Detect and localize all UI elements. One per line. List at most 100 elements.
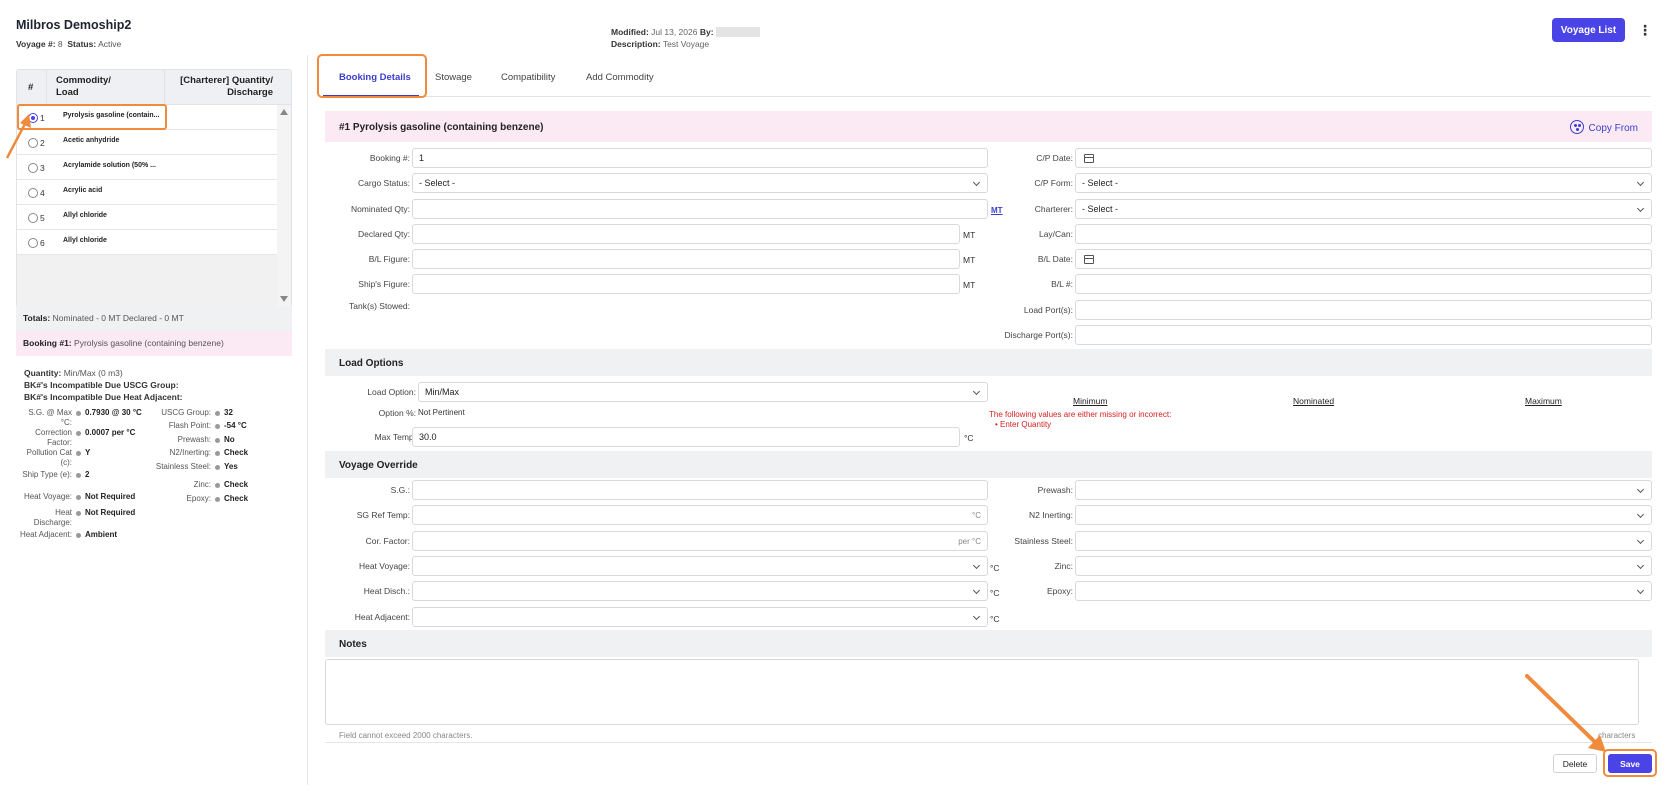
charterer-label: Charterer: [1034, 204, 1073, 214]
row-radio[interactable] [28, 238, 38, 248]
heat-disch-unit: °C [990, 588, 1000, 598]
discharge-ports-input[interactable] [1075, 325, 1652, 345]
commodity-row[interactable]: 4 Acrylic acid [17, 180, 277, 205]
ships-figure-unit: MT [963, 280, 976, 290]
epoxy-select[interactable] [1075, 581, 1652, 601]
property-dot [76, 431, 81, 436]
declared-qty-label: Declared Qty: [358, 229, 410, 239]
col-minimum: Minimum [1073, 396, 1108, 406]
heat-voyage-label: Heat Voyage: [358, 561, 410, 571]
heat-adjacent-select[interactable] [412, 607, 988, 627]
bl-date-label: B/L Date: [1037, 254, 1073, 264]
chevron-down-icon [1636, 561, 1645, 570]
more-menu-icon[interactable]: ⋮ [1638, 20, 1652, 40]
chevron-down-icon [1636, 485, 1645, 494]
row-radio[interactable] [28, 163, 38, 173]
chevron-down-icon [1636, 536, 1645, 545]
option-pct-value: Not Pertinent [418, 408, 465, 417]
commodity-row[interactable]: 6 Allyl chloride [17, 230, 277, 255]
n2-inerting-select[interactable] [1075, 505, 1652, 525]
voyage-label: Voyage #: [16, 39, 56, 49]
tab-stowage[interactable]: Stowage [435, 72, 472, 83]
property-value: No [224, 435, 235, 444]
heat-adjacent-label: Heat Adjacent: [354, 612, 410, 622]
commodity-row[interactable]: 5 Allyl chloride [17, 205, 277, 230]
scroll-up-icon[interactable] [280, 109, 288, 115]
sg-label: S.G.: [390, 485, 410, 495]
prewash-select[interactable] [1075, 480, 1652, 500]
modified-label: Modified: [611, 27, 649, 37]
row-radio[interactable] [28, 188, 38, 198]
laycan-label: Lay/Can: [1038, 229, 1073, 239]
property-dot [76, 511, 81, 516]
stainless-select[interactable] [1075, 531, 1652, 551]
nominated-qty-input[interactable] [412, 199, 988, 219]
load-ports-input[interactable] [1075, 300, 1652, 320]
load-options-header: Load Options [325, 349, 1652, 376]
delete-button[interactable]: Delete [1553, 754, 1597, 773]
row-radio[interactable] [28, 213, 38, 223]
row-radio[interactable] [28, 138, 38, 148]
zinc-select[interactable] [1075, 556, 1652, 576]
cor-factor-input[interactable]: per °C [412, 531, 988, 551]
sg-input[interactable] [412, 480, 988, 500]
cp-date-input[interactable] [1075, 148, 1652, 168]
totals-bar: Totals: Nominated - 0 MT Declared - 0 MT [16, 307, 292, 331]
cargo-status-select[interactable]: - Select - [412, 173, 988, 193]
list-scrollbar[interactable] [277, 105, 291, 307]
redacted-user [715, 27, 760, 37]
chevron-down-icon [972, 612, 981, 621]
heat-voyage-unit: °C [990, 563, 1000, 573]
laycan-input[interactable] [1075, 224, 1652, 244]
property-label: Flash Point: [168, 421, 211, 430]
commodity-table-header: # Commodity/Load [Charterer] Quantity/Di… [17, 70, 291, 105]
sg-ref-temp-input[interactable]: °C [412, 505, 988, 525]
heat-disch-select[interactable] [412, 581, 988, 601]
max-temp-unit: °C [964, 433, 974, 443]
copy-from-button[interactable]: Copy From [1569, 120, 1638, 134]
modified-value: Jul 13, 2026 [651, 27, 698, 37]
scroll-down-icon[interactable] [280, 296, 288, 302]
heat-voyage-select[interactable] [412, 556, 988, 576]
property-value: Check [224, 494, 249, 503]
charterer-select[interactable]: - Select - [1075, 199, 1652, 219]
validation-errors: The following values are either missing … [989, 410, 1171, 430]
stainless-label: Stainless Steel: [1014, 536, 1073, 546]
ships-figure-input[interactable] [412, 274, 960, 294]
cargo-status-label: Cargo Status: [358, 178, 410, 188]
max-temp-input[interactable]: 30.0 [412, 427, 960, 447]
voyage-override-title: Voyage Override [339, 460, 418, 471]
bl-figure-label: B/L Figure: [368, 254, 410, 264]
property-dot [76, 495, 81, 500]
bl-date-input[interactable] [1075, 249, 1652, 269]
declared-qty-input[interactable] [412, 224, 960, 244]
property-dot [215, 465, 220, 470]
notes-hint: Field cannot exceed 2000 characters. [339, 731, 473, 740]
row-number: 4 [40, 188, 45, 198]
booking-value: Pyrolysis gasoline (containing benzene) [74, 338, 224, 348]
incompat-heat: BK#'s Incompatible Due Heat Adjacent: [24, 392, 183, 402]
commodity-row[interactable]: 3 Acrylamide solution (50% ... [17, 155, 277, 180]
description-value: Test Voyage [662, 39, 710, 49]
status-label: Status: [67, 39, 97, 49]
nominated-unit-link[interactable]: MT [991, 206, 1003, 215]
declared-unit: MT [963, 230, 976, 240]
voyage-list-button[interactable]: Voyage List [1552, 18, 1625, 42]
property-label: Correction Factor: [35, 428, 72, 447]
property-value: 0.7930 @ 30 °C [85, 408, 142, 417]
notes-char-counter: characters [1598, 731, 1636, 740]
property-value: Yes [224, 462, 238, 471]
tab-add-commodity[interactable]: Add Commodity [586, 72, 654, 83]
notes-textarea[interactable] [325, 659, 1639, 725]
load-option-select[interactable]: Min/Max [418, 382, 988, 402]
copy-from-label: Copy From [1588, 123, 1638, 134]
bl-figure-input[interactable] [412, 249, 960, 269]
commodity-row[interactable]: 2 Acetic anhydride [17, 130, 277, 155]
bl-no-input[interactable] [1075, 274, 1652, 294]
row-commodity-name: Allyl chloride [63, 237, 107, 244]
tab-compatibility[interactable]: Compatibility [501, 72, 555, 83]
bl-figure-unit: MT [963, 255, 976, 265]
cp-form-select[interactable]: - Select - [1075, 173, 1652, 193]
booking-no-input[interactable]: 1 [412, 148, 988, 168]
property-label: USCG Group: [161, 408, 211, 417]
